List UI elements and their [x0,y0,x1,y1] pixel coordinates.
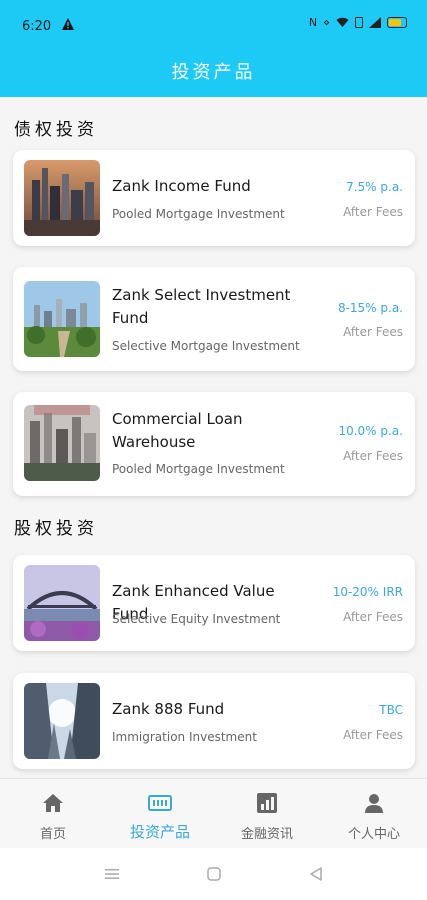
status-time: 6:20 [22,19,52,34]
app-header: 6:20 N ⋄ 投资产品 [0,0,427,97]
product-card[interactable]: Zank Enhanced Value Fund Selective Equit… [13,555,415,651]
nav-label: 投资产品 [129,823,190,841]
product-card[interactable]: Zank Income Fund Pooled Mortgage Investm… [13,150,415,246]
nfc-icon: N [308,16,318,29]
sim-icon [355,17,363,28]
product-card[interactable]: Zank Select Investment Fund Selective Mo… [13,267,415,371]
section-title-equity: 股权投资 [14,519,98,539]
nav-profile[interactable]: 个人中心 [321,779,427,849]
product-name: Commercial Loan Warehouse [112,410,243,451]
nav-home[interactable]: 首页 [0,779,106,849]
city-aerial-photo [24,405,100,481]
city-skyline-photo [24,160,100,236]
nav-label: 个人中心 [347,827,400,842]
product-desc: Selective Equity Investment [112,612,281,626]
product-fees: After Fees [343,325,403,339]
product-card[interactable]: Commercial Loan Warehouse Pooled Mortgag… [13,392,415,496]
menu-icon[interactable] [104,866,120,882]
section-title-debt: 债权投资 [14,120,98,140]
nav-news[interactable]: 金融资讯 [214,779,320,849]
product-fees: After Fees [343,610,403,624]
nav-products[interactable]: 投资产品 [107,779,213,849]
chart-icon [257,793,277,813]
product-desc: Selective Mortgage Investment [112,339,300,353]
product-fees: After Fees [343,449,403,463]
bottom-nav: 首页 投资产品 金融资讯 个人中心 [0,778,427,849]
product-desc: Pooled Mortgage Investment [112,207,285,221]
product-desc: Immigration Investment [112,730,257,744]
page-title: 投资产品 [171,62,256,83]
nav-label: 金融资讯 [240,827,293,842]
nav-label: 首页 [39,827,66,842]
product-rate: 10-20% IRR [332,585,403,599]
system-nav-bar [0,848,427,900]
person-icon [365,794,383,813]
product-name: Zank 888 Fund [112,700,225,718]
warning-icon [62,18,74,30]
status-bar: 6:20 N ⋄ [0,0,427,50]
status-icons: N ⋄ [309,16,407,29]
signal-icon [369,17,381,28]
city-park-photo [24,281,100,357]
product-name: Zank Select Investment Fund [112,286,291,327]
home-square-icon[interactable] [206,866,222,882]
product-rate: 7.5% p.a. [346,180,403,194]
product-rate: 8-15% p.a. [337,301,403,315]
back-icon[interactable] [308,866,324,882]
product-name: Zank Income Fund [112,177,251,195]
product-rate: 10.0% p.a. [338,424,403,438]
vibrate-icon: ⋄ [323,16,330,29]
product-rate: TBC [379,703,403,717]
product-icon [148,795,172,811]
skyscrapers-photo [24,683,100,759]
harbour-bridge-photo [24,565,100,641]
product-fees: After Fees [343,205,403,219]
battery-icon [387,17,407,28]
home-icon [43,794,63,812]
wifi-icon [336,17,349,27]
product-fees: After Fees [343,728,403,742]
product-card[interactable]: Zank 888 Fund Immigration Investment TBC… [13,673,415,769]
product-desc: Pooled Mortgage Investment [112,462,285,476]
